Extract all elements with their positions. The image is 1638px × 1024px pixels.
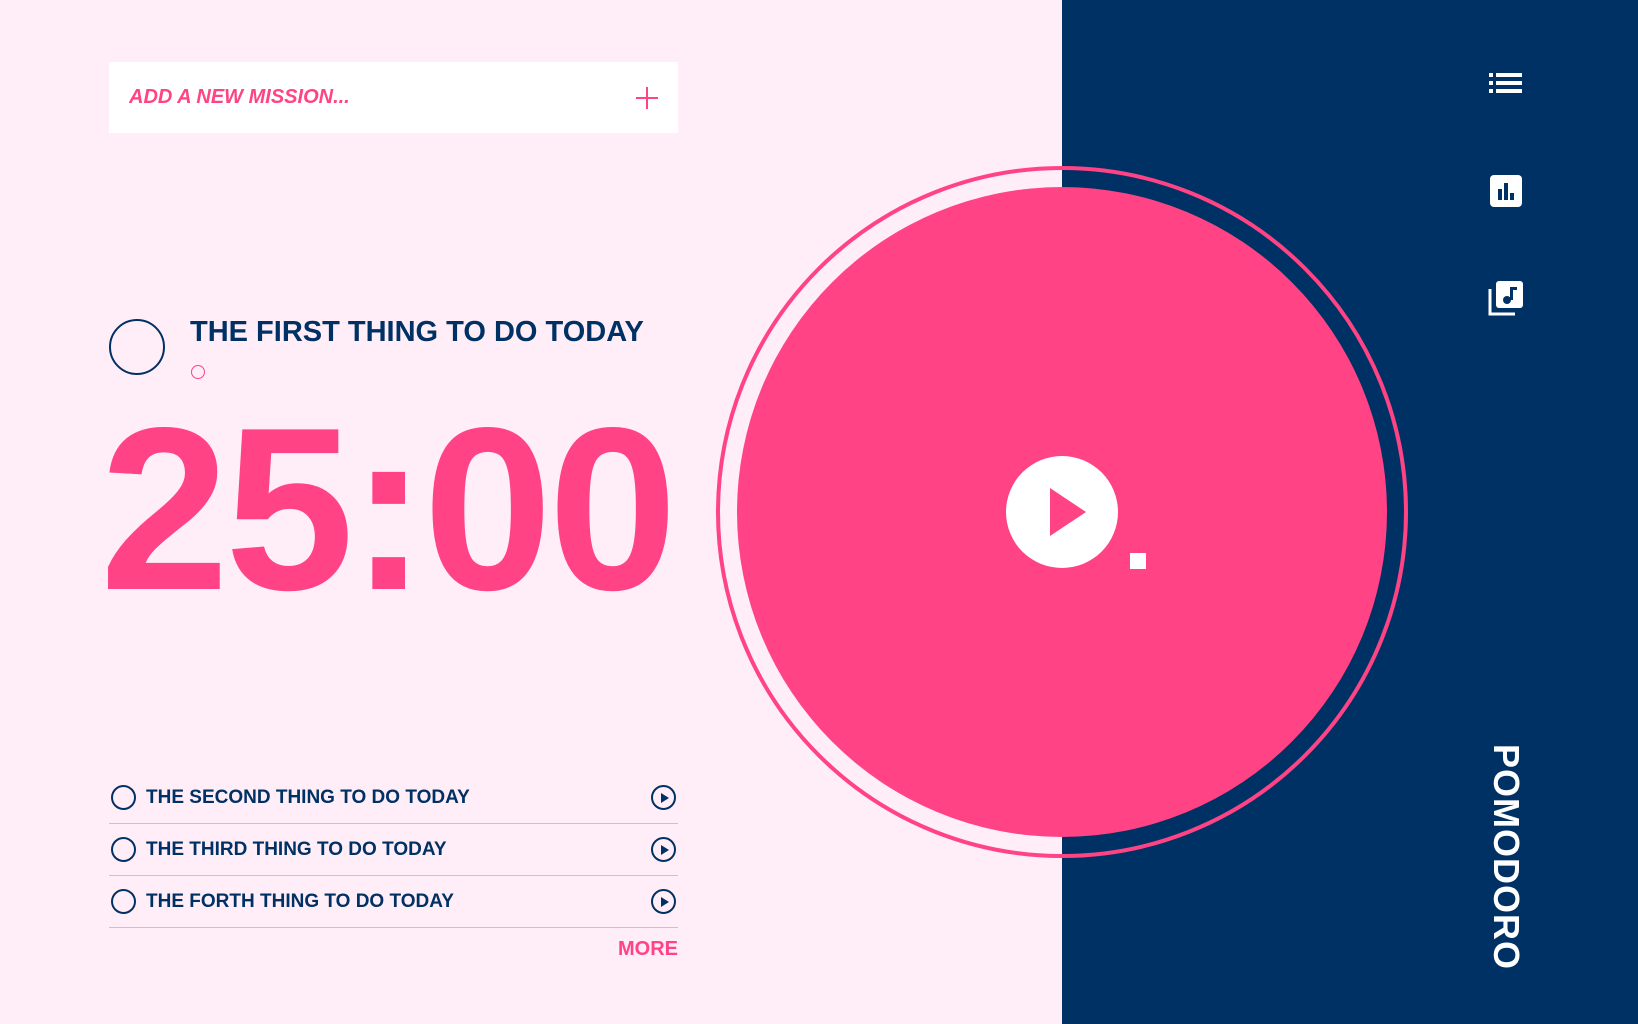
task-checkbox[interactable] bbox=[111, 837, 136, 862]
task-list: THE SECOND THING TO DO TODAY THE THIRD T… bbox=[109, 772, 678, 928]
timer-display: 25:00 bbox=[100, 380, 677, 639]
bar-chart-icon[interactable] bbox=[1488, 173, 1524, 209]
more-link[interactable]: MORE bbox=[560, 938, 678, 961]
task-row: THE SECOND THING TO DO TODAY bbox=[109, 772, 678, 824]
play-icon[interactable] bbox=[651, 837, 676, 862]
pomodoro-count-dot bbox=[191, 365, 205, 379]
brand-name: POMODORO bbox=[1486, 743, 1527, 971]
play-icon[interactable] bbox=[651, 889, 676, 914]
period-dot bbox=[1130, 553, 1146, 569]
start-timer-button[interactable] bbox=[1006, 456, 1118, 568]
current-task-checkbox[interactable] bbox=[109, 319, 165, 375]
add-mission-input[interactable] bbox=[129, 86, 589, 109]
task-row: THE THIRD THING TO DO TODAY bbox=[109, 824, 678, 876]
music-library-icon[interactable] bbox=[1488, 280, 1524, 316]
task-row: THE FORTH THING TO DO TODAY bbox=[109, 876, 678, 928]
play-icon[interactable] bbox=[651, 785, 676, 810]
task-label: THE SECOND THING TO DO TODAY bbox=[146, 786, 470, 808]
task-label: THE THIRD THING TO DO TODAY bbox=[146, 838, 447, 860]
plus-icon[interactable] bbox=[636, 86, 658, 109]
task-checkbox[interactable] bbox=[111, 889, 136, 914]
task-checkbox[interactable] bbox=[111, 785, 136, 810]
add-mission-box bbox=[109, 62, 678, 133]
task-label: THE FORTH THING TO DO TODAY bbox=[146, 890, 454, 912]
list-icon[interactable] bbox=[1488, 66, 1524, 102]
current-task-title: THE FIRST THING TO DO TODAY bbox=[190, 316, 644, 348]
